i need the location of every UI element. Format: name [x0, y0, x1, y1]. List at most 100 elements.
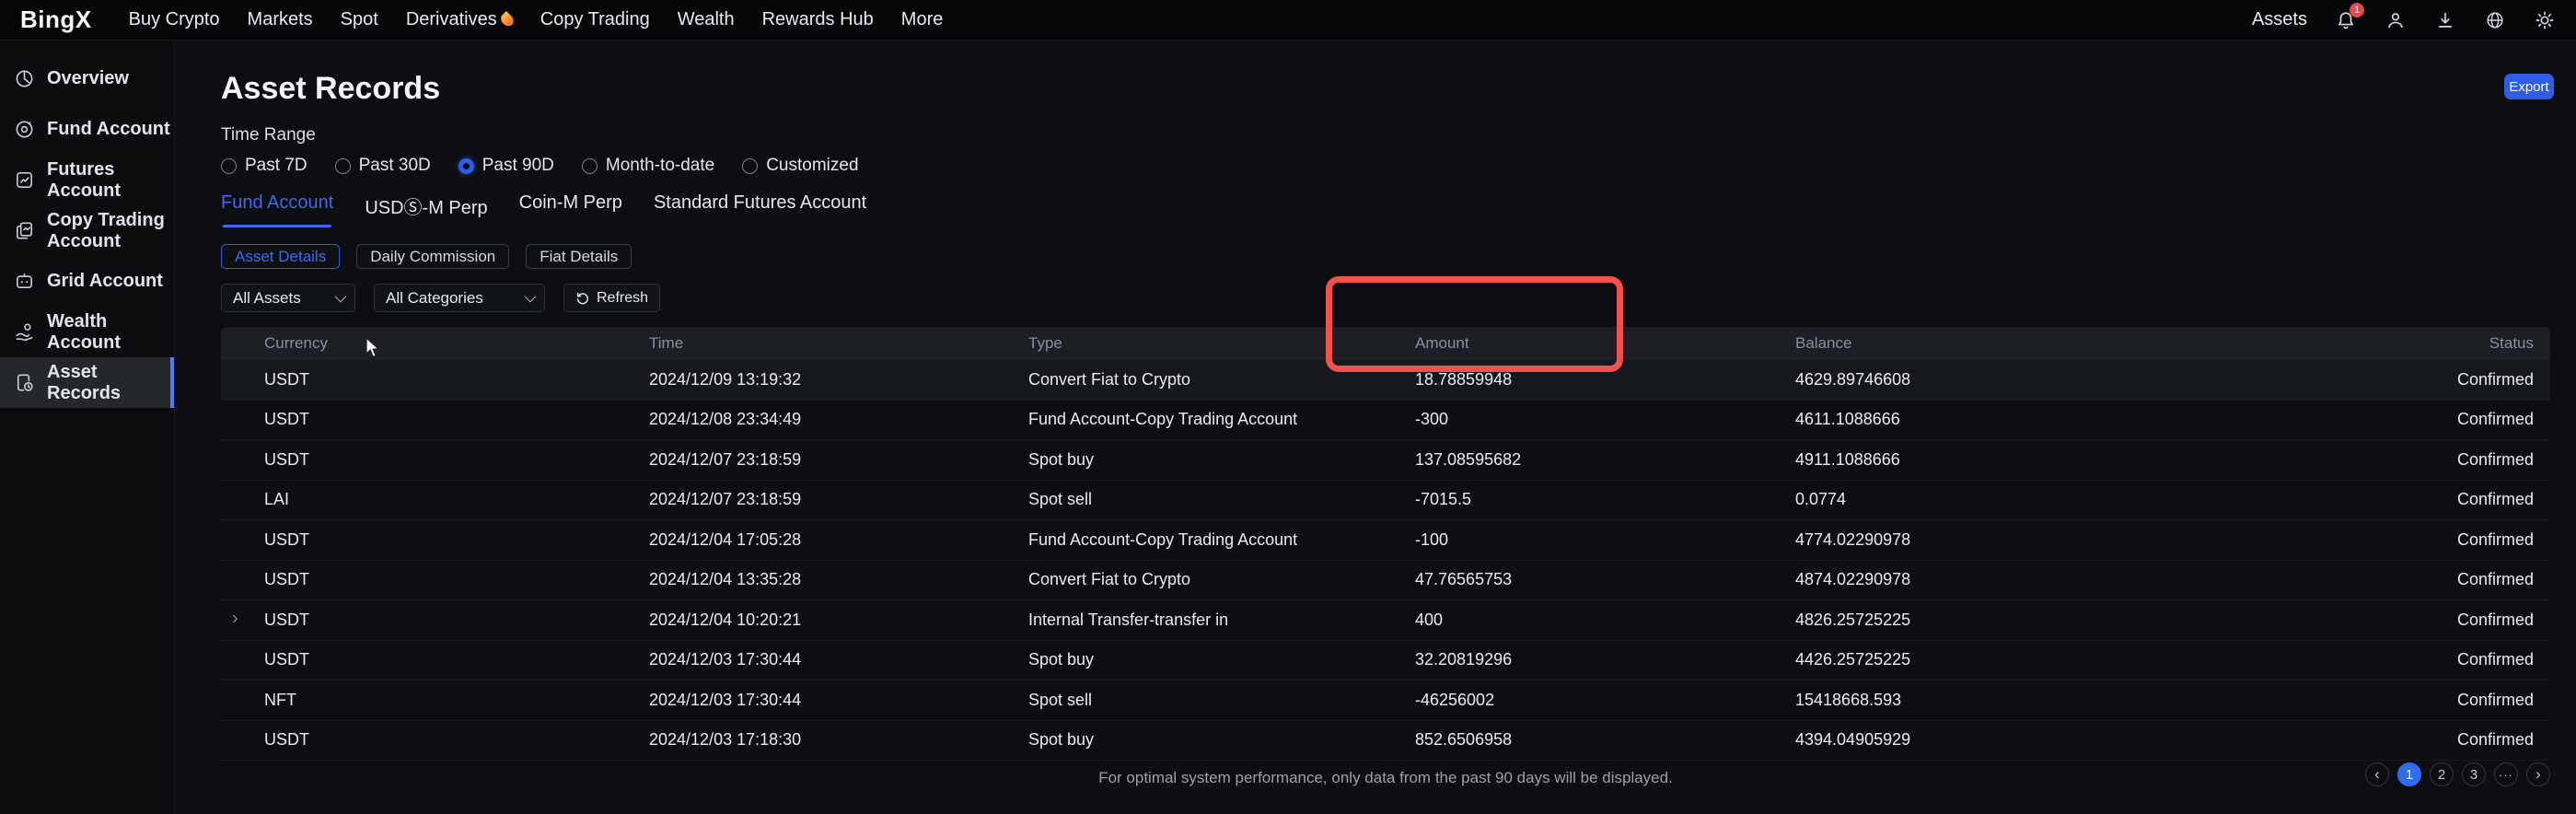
refresh-button[interactable]: Refresh: [563, 284, 660, 312]
export-button[interactable]: Export: [2504, 74, 2554, 99]
table-row[interactable]: ›USDT 2024/12/09 13:19:32 Convert Fiat t…: [221, 360, 2550, 401]
cell-balance: 4774.02290978: [1795, 530, 2394, 550]
radio-past-30d[interactable]: Past 30D: [335, 156, 431, 176]
fire-icon: [498, 11, 516, 29]
pagination-next-button[interactable]: ›: [2526, 762, 2550, 786]
cell-status: Confirmed: [2394, 650, 2550, 669]
sidebar-item-wealth-account[interactable]: Wealth Account: [0, 307, 174, 357]
theme-toggle-icon[interactable]: [2534, 9, 2556, 31]
radio-past-90d[interactable]: Past 90D: [458, 156, 554, 176]
cell-time: 2024/12/03 17:30:44: [649, 650, 1028, 669]
download-app-icon[interactable]: [2434, 9, 2456, 31]
cell-type: Internal Transfer-transfer in: [1028, 610, 1415, 630]
asset-records-icon: [14, 372, 35, 393]
nav-markets[interactable]: Markets: [248, 9, 313, 30]
table-row[interactable]: ›USDT 2024/12/04 17:05:28 Fund Account-C…: [221, 520, 2550, 561]
cell-balance: 4826.25725225: [1795, 610, 2394, 630]
cell-status: Confirmed: [2394, 570, 2550, 589]
cell-type: Fund Account-Copy Trading Account: [1028, 410, 1415, 429]
cell-time: 2024/12/07 23:18:59: [649, 490, 1028, 509]
sidebar-item-asset-records[interactable]: Asset Records: [0, 357, 174, 408]
cell-status: Confirmed: [2394, 450, 2550, 470]
radio-customized[interactable]: Customized: [742, 156, 858, 176]
cell-time: 2024/12/07 23:18:59: [649, 450, 1028, 470]
table-row[interactable]: ›USDT 2024/12/04 10:20:21 Internal Trans…: [221, 600, 2550, 641]
overview-icon: [14, 68, 35, 89]
cell-time: 2024/12/09 13:19:32: [649, 370, 1028, 390]
table-row[interactable]: ›USDT 2024/12/03 17:30:44 Spot buy 32.20…: [221, 641, 2550, 681]
radio-dot: [335, 158, 351, 174]
tab-standard-futures-account[interactable]: Standard Futures Account: [654, 192, 866, 227]
sidebar-item-copy-trading-account[interactable]: Copy Trading Account: [0, 205, 174, 256]
nav-buy-crypto[interactable]: Buy Crypto: [129, 9, 220, 30]
assets-menu[interactable]: Assets: [2252, 9, 2307, 30]
futures-account-icon: [14, 169, 35, 191]
chevron-down-icon: [525, 291, 537, 303]
cell-status: Confirmed: [2394, 370, 2550, 390]
pagination-prev-button[interactable]: ‹: [2365, 762, 2389, 786]
table-row[interactable]: ›USDT 2024/12/04 13:35:28 Convert Fiat t…: [221, 561, 2550, 601]
cell-time: 2024/12/03 17:30:44: [649, 691, 1028, 710]
cell-amount: 137.08595682: [1415, 450, 1795, 470]
pagination-ellipsis-button[interactable]: ···: [2494, 762, 2518, 786]
table-header: Currency Time Type Amount Balance Status: [221, 327, 2550, 360]
table-row[interactable]: ›USDT 2024/12/08 23:34:49 Fund Account-C…: [221, 401, 2550, 441]
nav-more[interactable]: More: [901, 9, 944, 30]
expand-chevron-icon[interactable]: ›: [232, 609, 238, 630]
tab-coin-m-perp[interactable]: Coin-M Perp: [519, 192, 622, 227]
col-currency: Currency: [221, 334, 649, 353]
sidebar-item-fund-account[interactable]: Fund Account: [0, 104, 174, 155]
pagination-page-button[interactable]: 3: [2462, 762, 2486, 786]
cell-type: Fund Account-Copy Trading Account: [1028, 530, 1415, 550]
cell-balance: 4874.02290978: [1795, 570, 2394, 589]
profile-icon[interactable]: [2385, 9, 2407, 31]
language-globe-icon[interactable]: [2484, 9, 2506, 31]
table-row[interactable]: ›USDT 2024/12/07 23:18:59 Spot buy 137.0…: [221, 440, 2550, 481]
sidebar: Overview Fund Account Futures Account Co…: [0, 41, 175, 814]
cell-amount: -46256002: [1415, 691, 1795, 710]
tab-usds-m-perp[interactable]: USDⓈ-M Perp: [365, 192, 487, 227]
detail-subtabs: Asset Details Daily Commission Fiat Deta…: [221, 244, 2550, 269]
nav-rewards-hub[interactable]: Rewards Hub: [762, 9, 874, 30]
subtab-asset-details[interactable]: Asset Details: [221, 244, 340, 269]
col-balance: Balance: [1795, 334, 2394, 353]
cell-amount: 18.78859948: [1415, 370, 1795, 390]
radio-past-7d[interactable]: Past 7D: [221, 156, 307, 176]
radio-month-to-date[interactable]: Month-to-date: [582, 156, 714, 176]
tab-fund-account[interactable]: Fund Account: [221, 192, 333, 227]
radio-dot: [742, 158, 758, 174]
pagination-page-button[interactable]: 2: [2430, 762, 2454, 786]
cell-balance: 4611.1088666: [1795, 410, 2394, 429]
fund-account-icon: [14, 119, 35, 140]
cell-balance: 0.0774: [1795, 490, 2394, 509]
notifications-bell-icon[interactable]: 1: [2335, 9, 2357, 31]
table-row[interactable]: ›LAI 2024/12/07 23:18:59 Spot sell -7015…: [221, 481, 2550, 521]
cell-type: Spot sell: [1028, 490, 1415, 509]
pagination-pages: 123: [2397, 762, 2486, 786]
asset-filter-select[interactable]: All Assets: [221, 284, 355, 312]
category-filter-select[interactable]: All Categories: [374, 284, 545, 312]
sidebar-item-overview[interactable]: Overview: [0, 53, 174, 104]
nav-copy-trading[interactable]: Copy Trading: [540, 9, 650, 30]
sidebar-item-futures-account[interactable]: Futures Account: [0, 155, 174, 205]
table-row[interactable]: ›USDT 2024/12/03 17:18:30 Spot buy 852.6…: [221, 721, 2550, 762]
cell-type: Convert Fiat to Crypto: [1028, 570, 1415, 589]
subtab-fiat-details[interactable]: Fiat Details: [526, 244, 632, 269]
pagination-page-button[interactable]: 1: [2397, 762, 2421, 786]
nav-derivatives[interactable]: Derivatives: [406, 9, 513, 30]
subtab-daily-commission[interactable]: Daily Commission: [356, 244, 509, 269]
cell-amount: -100: [1415, 530, 1795, 550]
cell-type: Spot buy: [1028, 450, 1415, 470]
nav-wealth[interactable]: Wealth: [678, 9, 735, 30]
cell-time: 2024/12/04 17:05:28: [649, 530, 1028, 550]
table-row[interactable]: ›NFT 2024/12/03 17:30:44 Spot sell -4625…: [221, 680, 2550, 721]
bingx-logo[interactable]: BingX: [20, 6, 92, 34]
cell-amount: 400: [1415, 610, 1795, 630]
nav-spot[interactable]: Spot: [341, 9, 378, 30]
col-amount: Amount: [1415, 334, 1795, 353]
cell-status: Confirmed: [2394, 610, 2550, 630]
sidebar-item-grid-account[interactable]: Grid Account: [0, 256, 174, 307]
radio-dot: [221, 158, 237, 174]
col-time: Time: [649, 334, 1028, 353]
asset-records-table: Currency Time Type Amount Balance Status…: [221, 327, 2550, 761]
